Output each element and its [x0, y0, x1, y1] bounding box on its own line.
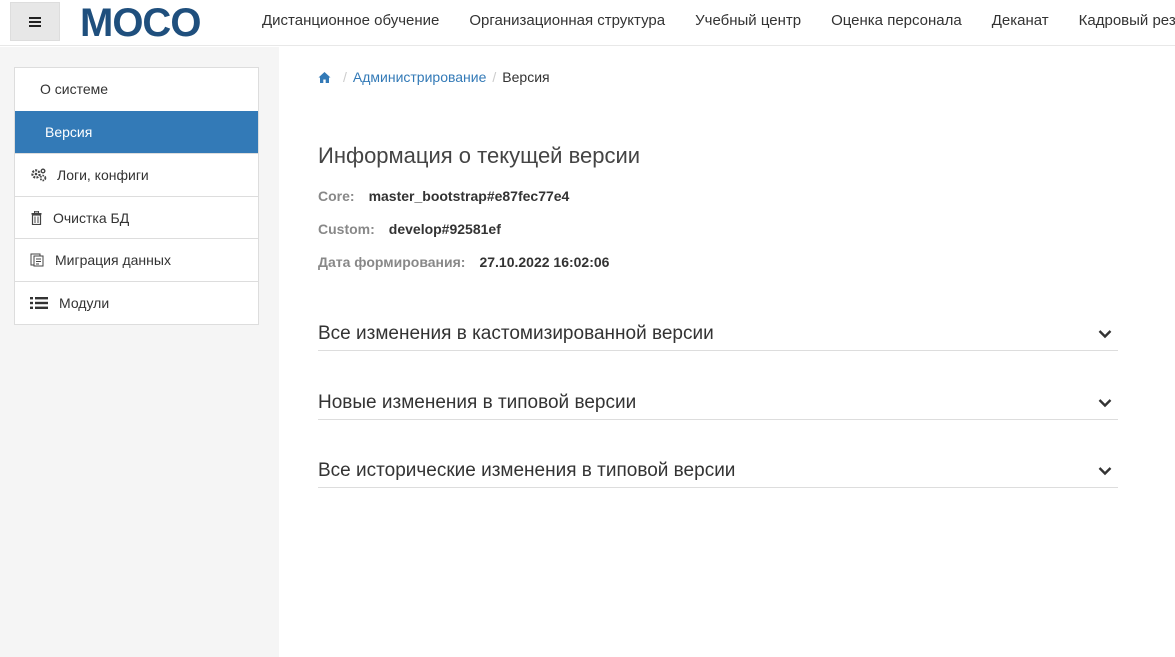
- moco-logo[interactable]: MOCO: [80, 2, 236, 42]
- migration-icon: [29, 252, 45, 268]
- core-value: master_bootstrap#e87fec77e4: [368, 188, 570, 204]
- sidebar-item-label: Очистка БД: [53, 209, 130, 226]
- breadcrumb-current: Версия: [502, 69, 550, 85]
- accordion-title: Все исторические изменения в типовой вер…: [318, 459, 736, 481]
- chevron-down-icon: [1098, 398, 1112, 407]
- sidebar-item-label: О системе: [40, 81, 109, 98]
- sidebar-item-label: Миграция данных: [55, 252, 171, 269]
- sidebar-item-data-migration[interactable]: Миграция данных: [15, 238, 258, 281]
- custom-version-row: Custom: develop#92581ef: [318, 221, 501, 237]
- sidebar-item-logs-configs[interactable]: Логи, конфиги: [15, 153, 258, 196]
- accordion-historical-standard-changes[interactable]: Все исторические изменения в типовой вер…: [318, 454, 1118, 488]
- page-title: Информация о текущей версии: [318, 143, 641, 168]
- chevron-down-icon: [1098, 329, 1112, 338]
- breadcrumb-separator: /: [492, 69, 497, 85]
- nav-personnel-reserve[interactable]: Кадровый резерв: [1064, 0, 1175, 42]
- svg-text:MOCO: MOCO: [80, 2, 200, 42]
- build-date-label: Дата формирования:: [318, 254, 466, 270]
- accordion-new-standard-changes[interactable]: Новые изменения в типовой версии: [318, 386, 1118, 420]
- nav-deans-office[interactable]: Деканат: [977, 0, 1064, 42]
- custom-value: develop#92581ef: [388, 221, 501, 237]
- core-label: Core:: [318, 188, 355, 204]
- breadcrumb-link-administration[interactable]: Администрирование: [353, 69, 487, 85]
- trash-icon: [29, 210, 43, 226]
- accordion-title: Новые изменения в типовой версии: [318, 391, 637, 413]
- sidebar-menu: О системе Версия Логи, конфиги Очистка Б…: [14, 67, 259, 325]
- sidebar-item-about[interactable]: О системе: [15, 68, 258, 111]
- sidebar-item-label: Модули: [59, 294, 110, 311]
- sidebar-item-db-cleanup[interactable]: Очистка БД: [15, 195, 258, 239]
- build-date-row: Дата формирования: 27.10.2022 16:02:06: [318, 254, 609, 270]
- hamburger-icon: [29, 16, 41, 27]
- list-icon: [29, 295, 49, 311]
- nav-distance-learning[interactable]: Дистанционное обучение: [247, 0, 454, 42]
- core-version-row: Core: master_bootstrap#e87fec77e4: [318, 188, 569, 204]
- breadcrumb: / Администрирование / Версия: [318, 69, 550, 85]
- top-navigation: Дистанционное обучение Организационная с…: [247, 0, 1175, 42]
- menu-toggle-button[interactable]: [10, 2, 60, 41]
- sidebar-item-label: Версия: [45, 123, 93, 140]
- accordion-title: Все изменения в кастомизированной версии: [318, 322, 714, 344]
- chevron-down-icon: [1098, 466, 1112, 475]
- custom-label: Custom:: [318, 221, 375, 237]
- nav-training-center[interactable]: Учебный центр: [680, 0, 816, 42]
- nav-personnel-assessment[interactable]: Оценка персонала: [816, 0, 977, 42]
- sidebar-item-modules[interactable]: Модули: [15, 280, 258, 324]
- breadcrumb-separator: /: [343, 69, 347, 85]
- nav-org-structure[interactable]: Организационная структура: [454, 0, 680, 42]
- build-date-value: 27.10.2022 16:02:06: [479, 254, 610, 270]
- accordion-custom-changes[interactable]: Все изменения в кастомизированной версии: [318, 317, 1118, 351]
- gears-icon: [29, 167, 47, 183]
- sidebar-item-label: Логи, конфиги: [57, 166, 149, 183]
- home-icon[interactable]: [318, 71, 331, 84]
- top-bar: MOCO Дистанционное обучение Организацион…: [0, 0, 1175, 46]
- sidebar-item-version[interactable]: Версия: [15, 110, 258, 154]
